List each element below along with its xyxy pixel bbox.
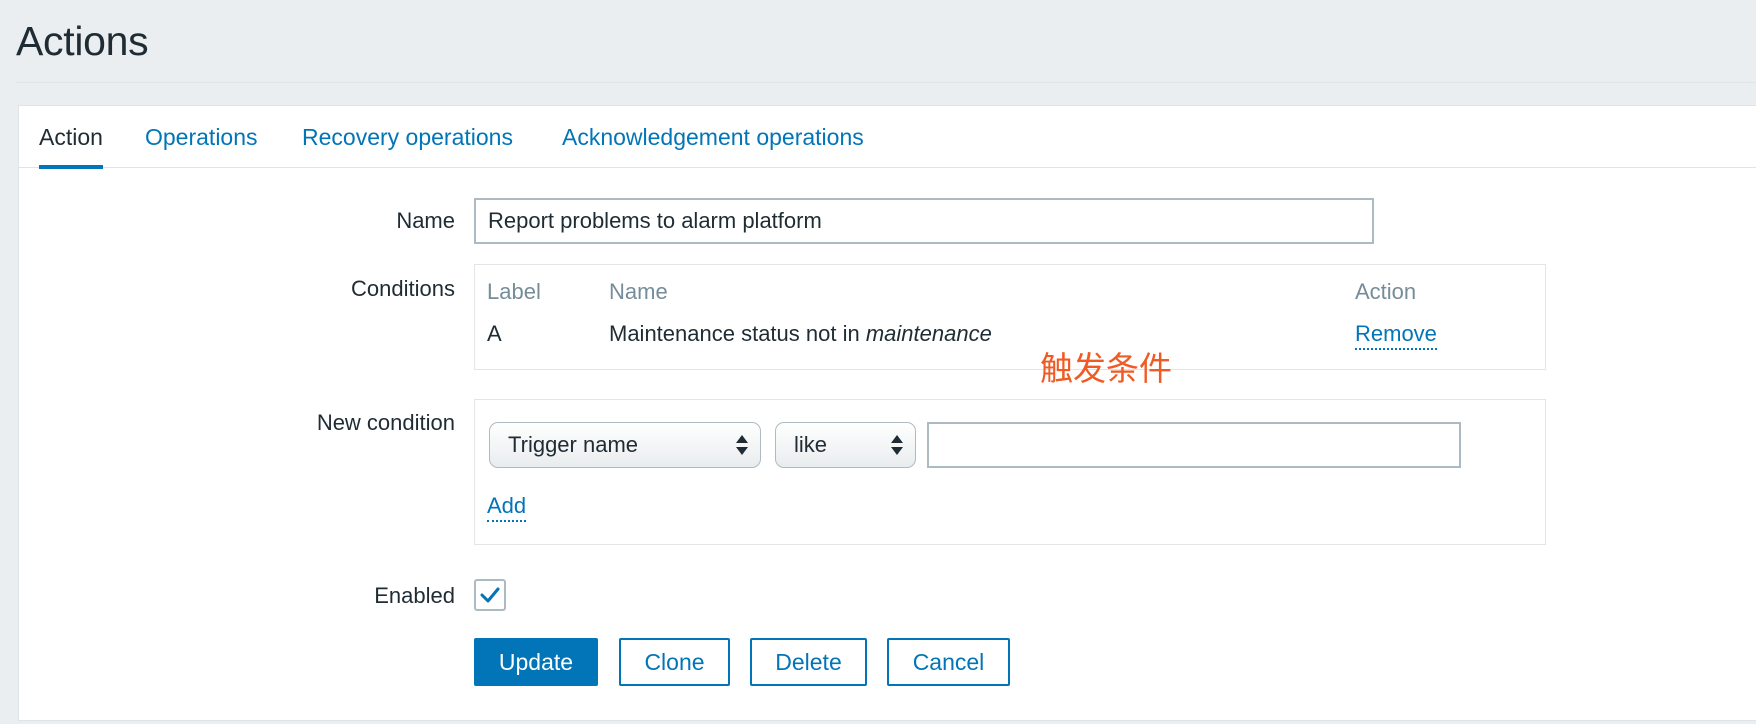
tab-acknowledgement-operations[interactable]: Acknowledgement operations <box>562 106 864 168</box>
select-arrows-icon <box>736 435 748 457</box>
tab-operations[interactable]: Operations <box>145 106 258 168</box>
conditions-label: Conditions <box>351 276 455 301</box>
condition-type-value: Trigger name <box>508 432 639 457</box>
select-arrows-icon <box>891 435 903 457</box>
condition-value-input[interactable] <box>927 422 1461 468</box>
column-header-label: Label <box>487 279 541 304</box>
delete-button[interactable]: Delete <box>750 638 867 686</box>
new-condition-label: New condition <box>316 410 455 435</box>
cancel-button[interactable]: Cancel <box>887 638 1010 686</box>
checkmark-icon <box>480 587 500 603</box>
tab-bar: Action Operations Recovery operations Ac… <box>19 106 1756 169</box>
condition-name-text: Maintenance status not in <box>609 321 866 346</box>
enabled-checkbox[interactable] <box>474 579 506 611</box>
condition-operator-value: like <box>794 432 828 457</box>
title-divider <box>16 82 1756 83</box>
clone-button[interactable]: Clone <box>619 638 730 686</box>
add-condition-link[interactable]: Add <box>487 493 527 522</box>
condition-row-label: A <box>487 321 502 346</box>
condition-row-name: Maintenance status not in maintenance <box>609 321 992 347</box>
name-input[interactable]: Report problems to alarm platform <box>474 198 1374 244</box>
enabled-label: Enabled <box>374 583 455 608</box>
column-header-action: Action <box>1355 279 1417 304</box>
condition-type-select[interactable]: Trigger name <box>489 422 761 468</box>
tab-action[interactable]: Action <box>39 106 103 169</box>
conditions-table: Label Name Action A Maintenance status n… <box>474 264 1546 370</box>
column-header-name: Name <box>609 279 668 304</box>
name-label: Name <box>396 208 455 233</box>
condition-operator-select[interactable]: like <box>775 422 916 468</box>
remove-condition-link[interactable]: Remove <box>1355 321 1437 350</box>
annotation-text: 触发条件 <box>1040 349 1172 388</box>
new-condition-box: Trigger name like Add <box>474 399 1546 545</box>
page-title: Actions <box>16 18 149 64</box>
tab-recovery-operations[interactable]: Recovery operations <box>302 106 513 168</box>
condition-name-emphasis: maintenance <box>865 321 992 346</box>
update-button[interactable]: Update <box>474 638 598 686</box>
